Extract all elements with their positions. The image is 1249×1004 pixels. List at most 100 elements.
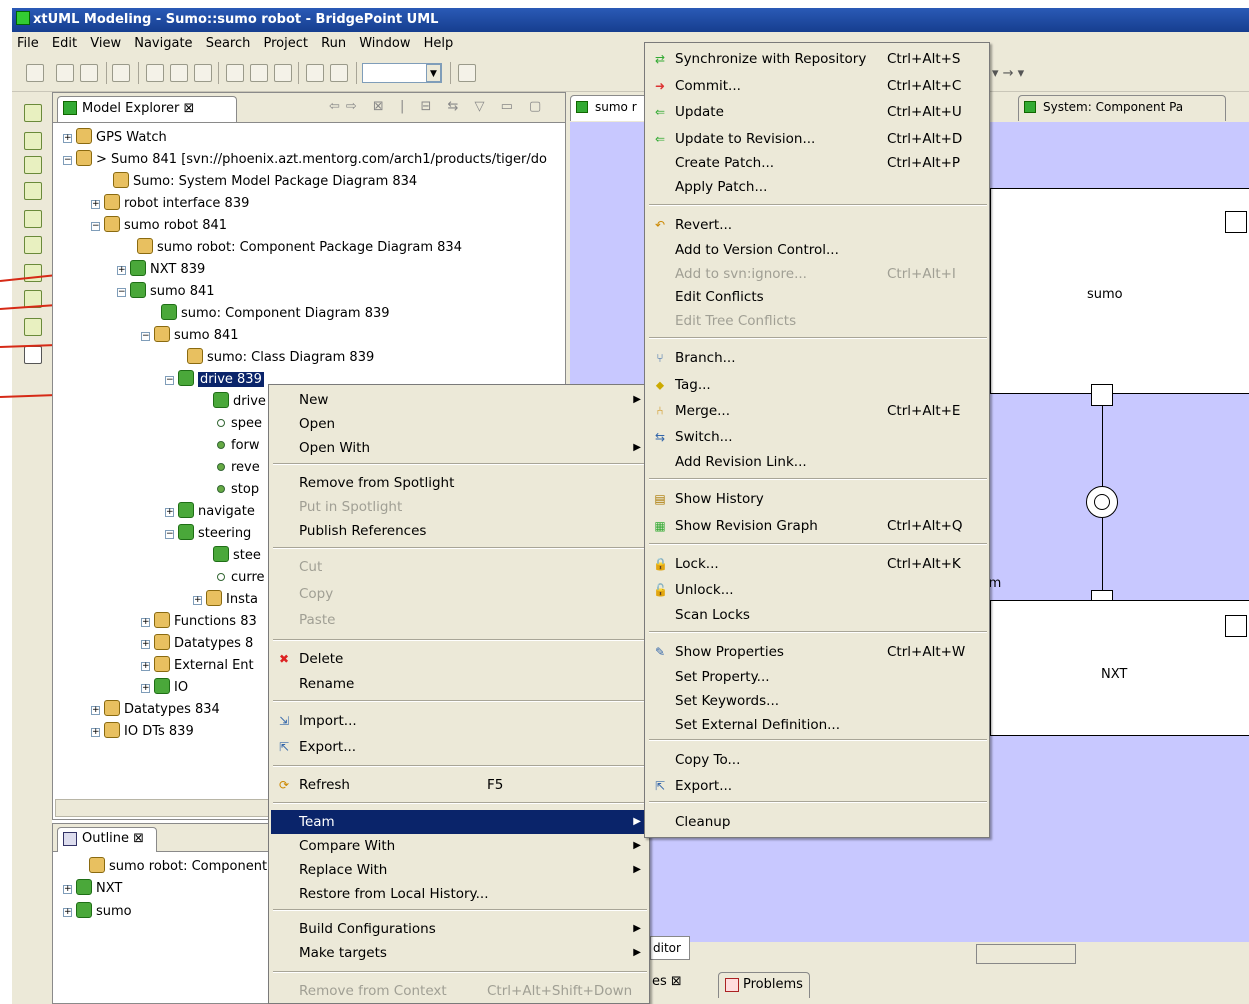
tree-item[interactable]: + Insta: [193, 589, 258, 611]
tab-sumo-robot-diagram[interactable]: sumo r: [570, 95, 650, 121]
tree-item[interactable]: + IO DTs 839: [91, 721, 194, 743]
outline-item[interactable]: + NXT: [63, 878, 122, 900]
tree-item[interactable]: forw: [213, 435, 260, 457]
resource-icon[interactable]: [24, 156, 42, 174]
tree-item[interactable]: − sumo 841: [117, 281, 215, 303]
menu-item-show-history[interactable]: ▤ Show History: [647, 487, 987, 511]
menu-item-unlock[interactable]: 🔓 Unlock...: [647, 578, 987, 602]
menu-item-rename[interactable]: Rename: [271, 672, 647, 696]
component-nxt[interactable]: NXT: [990, 600, 1249, 736]
menu-item-delete[interactable]: ✖ Delete: [271, 647, 647, 671]
menu-item-make-targets[interactable]: Make targets ▶: [271, 941, 647, 965]
tree-item[interactable]: curre: [213, 567, 265, 589]
nav-arrows-icon[interactable]: ▾ → ▾: [992, 66, 1024, 81]
menu-navigate[interactable]: Navigate: [134, 36, 192, 51]
port[interactable]: [1091, 384, 1113, 406]
tree-item[interactable]: − sumo 841: [141, 325, 239, 347]
menu-item-replace-with[interactable]: Replace With ▶: [271, 858, 647, 882]
menu-item-edit-conflicts[interactable]: Edit Conflicts: [647, 285, 987, 309]
menu-item-switch[interactable]: ⇆ Switch...: [647, 425, 987, 449]
tab-system-component-package[interactable]: System: Component Pa: [1018, 95, 1226, 121]
save-icon[interactable]: [56, 64, 74, 82]
team-icon[interactable]: [24, 210, 42, 228]
interface-ball[interactable]: [1094, 494, 1110, 510]
diagram-tool-icon[interactable]: [146, 64, 164, 82]
menu-item-update[interactable]: ⇐ Update Ctrl+Alt+U: [647, 100, 987, 124]
menu-item-apply-patch[interactable]: Apply Patch...: [647, 175, 987, 199]
menu-item-lock[interactable]: 🔒 Lock... Ctrl+Alt+K: [647, 552, 987, 576]
tree-item[interactable]: drive: [213, 391, 266, 413]
menu-file[interactable]: File: [17, 36, 39, 51]
close-icon[interactable]: ⊠: [183, 101, 194, 116]
menu-project[interactable]: Project: [264, 36, 308, 51]
scroll-thumb[interactable]: [976, 944, 1076, 964]
tree-item[interactable]: reve: [213, 457, 260, 479]
menu-item-revert[interactable]: ↶ Revert...: [647, 213, 987, 237]
menu-item-update-to-revision[interactable]: ⇐ Update to Revision... Ctrl+Alt+D: [647, 127, 987, 151]
xtuml-perspective-icon[interactable]: [24, 346, 42, 364]
menu-item-merge[interactable]: ⑃ Merge... Ctrl+Alt+E: [647, 399, 987, 423]
menu-item-copy-to[interactable]: Copy To...: [647, 748, 987, 772]
tree-item[interactable]: − steering: [165, 523, 251, 545]
menu-item-restore-from-local-history[interactable]: Restore from Local History...: [271, 882, 647, 906]
menu-item-add-to-version-control[interactable]: Add to Version Control...: [647, 238, 987, 262]
menu-item-compare-with[interactable]: Compare With ▶: [271, 834, 647, 858]
menu-item-refresh[interactable]: ⟳ Refresh F5: [271, 773, 647, 797]
tab-problems[interactable]: Problems: [718, 972, 810, 998]
tree-item[interactable]: − > Sumo 841 [svn://phoenix.azt.mentorg.c…: [63, 149, 547, 171]
diagram-tool-icon[interactable]: [226, 64, 244, 82]
menu-item-new[interactable]: New ▶: [271, 388, 647, 412]
menu-item-set-property[interactable]: Set Property...: [647, 665, 987, 689]
menu-item-import[interactable]: ⇲ Import...: [271, 709, 647, 733]
menu-window[interactable]: Window: [359, 36, 410, 51]
menu-item-scan-locks[interactable]: Scan Locks: [647, 603, 987, 627]
tab-properties[interactable]: es ⊠: [652, 974, 682, 989]
menu-item-tag[interactable]: ⬥ Tag...: [647, 373, 987, 397]
menu-run[interactable]: Run: [321, 36, 346, 51]
menu-item-open[interactable]: Open: [271, 412, 647, 436]
tab-model-explorer[interactable]: Model Explorer ⊠: [57, 96, 237, 122]
tree-item[interactable]: sumo robot: Component Package Diagram 83…: [137, 237, 462, 259]
new-icon[interactable]: [26, 64, 44, 82]
menu-item-add-revision-link[interactable]: Add Revision Link...: [647, 450, 987, 474]
menu-item-show-revision-graph[interactable]: ▦ Show Revision Graph Ctrl+Alt+Q: [647, 514, 987, 538]
svn-icon[interactable]: [24, 318, 42, 336]
tree-item[interactable]: − sumo robot 841: [91, 215, 227, 237]
menu-search[interactable]: Search: [206, 36, 251, 51]
tree-item[interactable]: + IO: [141, 677, 188, 699]
menu-item-remove-from-spotlight[interactable]: Remove from Spotlight: [271, 471, 647, 495]
menu-item-create-patch[interactable]: Create Patch... Ctrl+Alt+P: [647, 151, 987, 175]
tree-item[interactable]: + navigate: [165, 501, 255, 523]
java-icon[interactable]: [24, 182, 42, 200]
diagram-tool-icon[interactable]: [250, 64, 268, 82]
menu-item-open-with[interactable]: Open With ▶: [271, 436, 647, 460]
plugin-icon[interactable]: [24, 264, 42, 282]
menu-item-export[interactable]: ⇱ Export...: [271, 735, 647, 759]
debug-icon[interactable]: [24, 236, 42, 254]
print-icon[interactable]: [80, 64, 98, 82]
menu-item-show-properties[interactable]: ✎ Show Properties Ctrl+Alt+W: [647, 640, 987, 664]
tree-item[interactable]: + robot interface 839: [91, 193, 249, 215]
menu-item-team[interactable]: Team ▶: [271, 810, 647, 834]
open-perspective-icon[interactable]: [24, 104, 42, 122]
layout-icon[interactable]: [330, 64, 348, 82]
component-sumo[interactable]: sumo: [990, 188, 1249, 394]
menu-help[interactable]: Help: [424, 36, 454, 51]
tree-item[interactable]: sumo: Component Diagram 839: [161, 303, 390, 325]
outline-item[interactable]: + sumo: [63, 901, 132, 923]
tree-item[interactable]: + GPS Watch: [63, 127, 167, 149]
menu-view[interactable]: View: [90, 36, 121, 51]
window-title-bar[interactable]: xtUML Modeling - Sumo::sumo robot - Brid…: [12, 8, 1249, 32]
tree-item[interactable]: Sumo: System Model Package Diagram 834: [113, 171, 417, 193]
tree-item[interactable]: + Datatypes 834: [91, 699, 220, 721]
tree-item[interactable]: stee: [213, 545, 261, 567]
diagram-tool-icon[interactable]: [194, 64, 212, 82]
layout-icon[interactable]: [306, 64, 324, 82]
tree-item[interactable]: + Datatypes 8: [141, 633, 253, 655]
tree-item[interactable]: + Functions 83: [141, 611, 257, 633]
tree-item-selected[interactable]: − drive 839: [165, 369, 264, 391]
tree-item[interactable]: spee: [213, 413, 262, 435]
tree-item[interactable]: + External Ent: [141, 655, 254, 677]
menu-item-commit[interactable]: ➜ Commit... Ctrl+Alt+C: [647, 74, 987, 98]
menu-item-build-configurations[interactable]: Build Configurations ▶: [271, 917, 647, 941]
